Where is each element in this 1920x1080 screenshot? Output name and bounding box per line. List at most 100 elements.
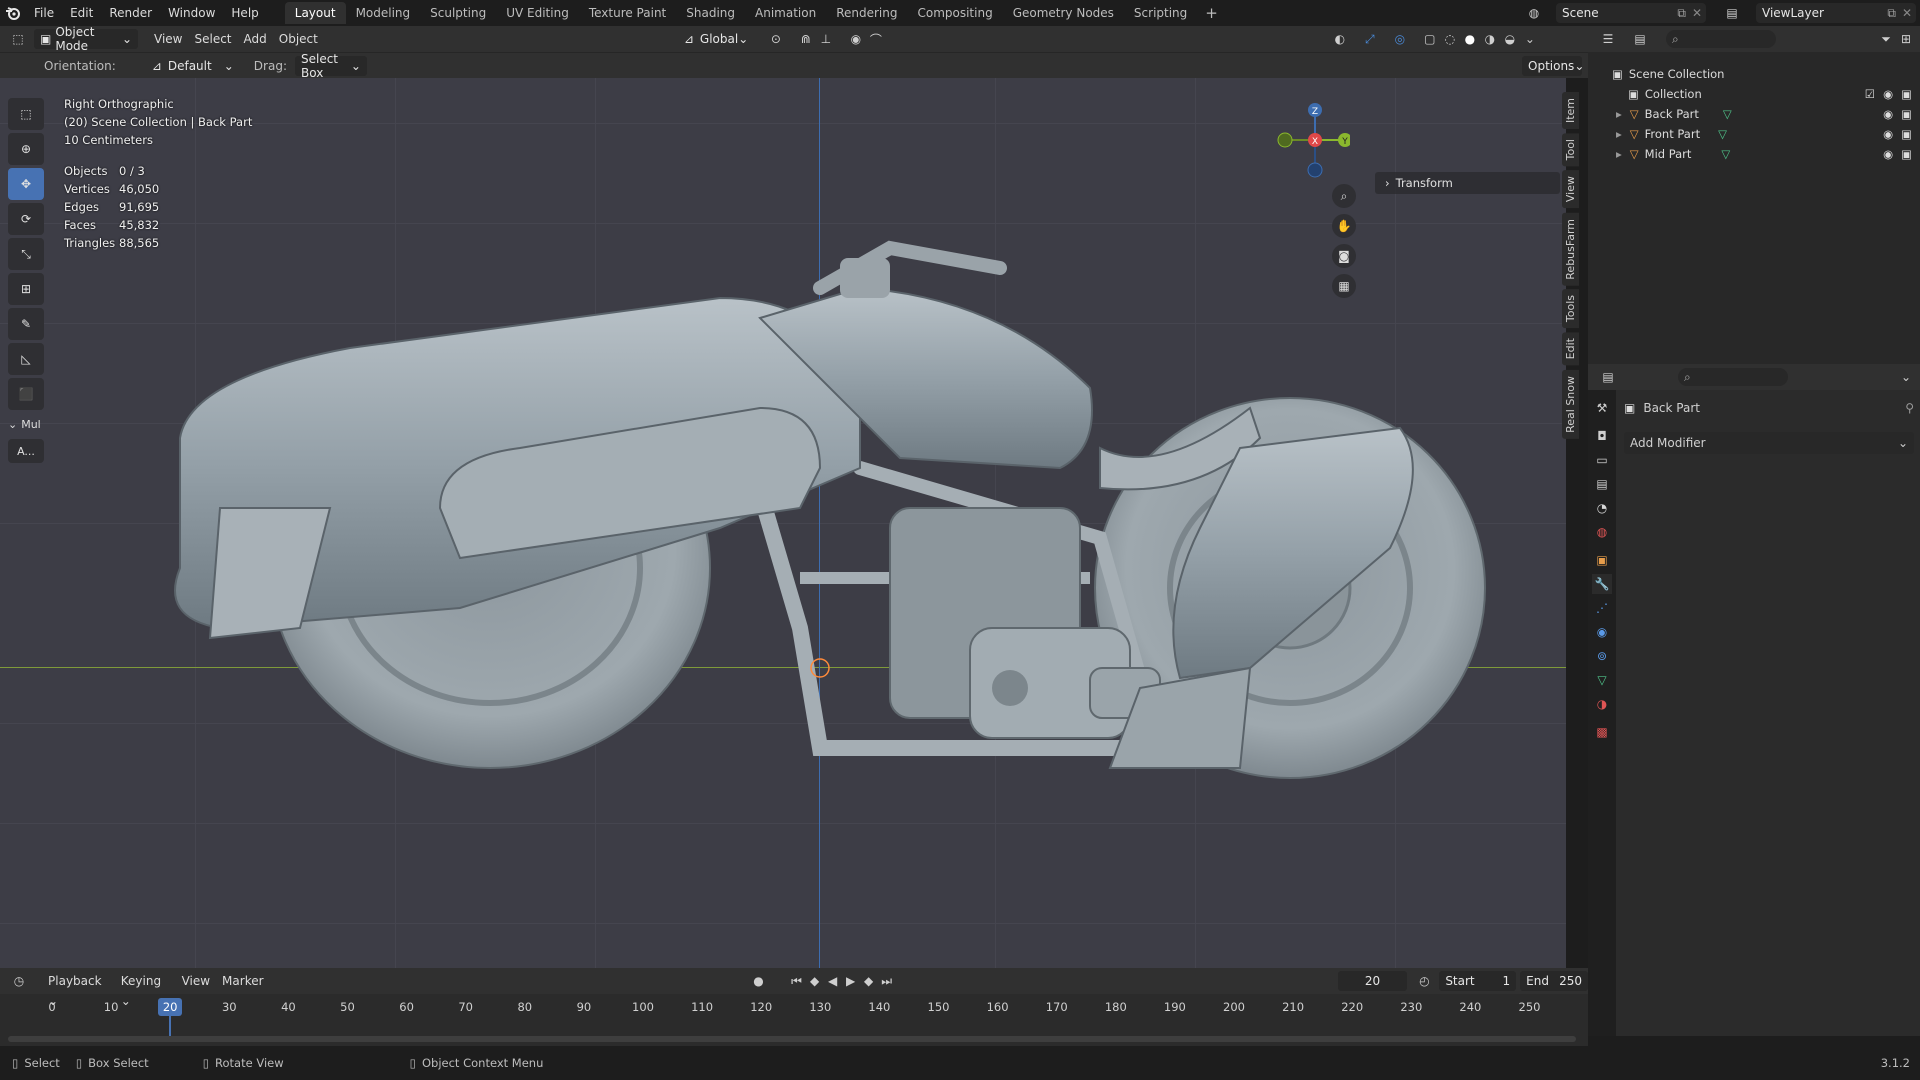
cursor-tool-icon[interactable]: ⊕: [8, 133, 44, 165]
material-shading-icon[interactable]: ◑: [1480, 29, 1500, 49]
outliner-scene-collection[interactable]: ▣ Scene Collection: [1588, 64, 1920, 84]
viewlayer-copy-icon[interactable]: ⧉: [1887, 6, 1896, 21]
chevron-down-icon[interactable]: ⌄: [1896, 367, 1916, 387]
measure-tool-icon[interactable]: ◺: [8, 343, 44, 375]
expand-arrow-icon[interactable]: ▸: [1616, 107, 1622, 121]
rotate-tool-icon[interactable]: ⟳: [8, 203, 44, 235]
sidebar-tab-tools[interactable]: Tools: [1562, 289, 1579, 329]
current-frame-field[interactable]: 20: [1337, 971, 1408, 991]
mode-dropdown[interactable]: ▣ Object Mode ⌄: [34, 25, 138, 53]
3d-viewport[interactable]: Right Orthographic (20) Scene Collection…: [0, 78, 1566, 968]
constraints-tab-icon[interactable]: ⊚: [1592, 646, 1612, 666]
scene-close-icon[interactable]: ✕: [1692, 6, 1702, 20]
outliner-object-back-part[interactable]: ▸ ▽ Back Part ▽ ◉ ▣: [1588, 104, 1920, 124]
tab-uv-editing[interactable]: UV Editing: [496, 2, 579, 24]
solid-shading-icon[interactable]: ●: [1460, 29, 1480, 49]
camera-icon[interactable]: ▣: [1901, 107, 1912, 121]
object-menu[interactable]: Object: [273, 29, 324, 49]
jump-end-icon[interactable]: ⏭: [878, 971, 896, 991]
select-menu[interactable]: Select: [188, 29, 237, 49]
tab-animation[interactable]: Animation: [745, 2, 826, 24]
object-tab-icon[interactable]: ▣: [1592, 550, 1612, 570]
viewlayer-selector[interactable]: ViewLayer ⧉ ✕: [1756, 3, 1916, 23]
zoom-icon[interactable]: ⌕: [1332, 184, 1356, 208]
visibility-icon[interactable]: ◐: [1330, 29, 1350, 49]
scene-tab-icon[interactable]: ◔: [1592, 498, 1612, 518]
next-keyframe-icon[interactable]: ◆: [860, 971, 878, 991]
sidebar-tab-item[interactable]: Item: [1562, 92, 1579, 130]
filter-icon[interactable]: ⏷: [1876, 29, 1896, 49]
navigation-gizmo[interactable]: Z Y X: [1270, 98, 1350, 178]
sidebar-tab-rebusfarm[interactable]: RebusFarm: [1562, 212, 1579, 286]
tool-panel-header[interactable]: ⌄ Mul: [8, 418, 48, 431]
transform-tool-icon[interactable]: ⊞: [8, 273, 44, 305]
data-tab-icon[interactable]: ▽: [1592, 670, 1612, 690]
render-tab-icon[interactable]: ◘: [1592, 426, 1612, 446]
tab-compositing[interactable]: Compositing: [907, 2, 1002, 24]
sidebar-tab-edit[interactable]: Edit: [1562, 332, 1579, 366]
jump-start-icon[interactable]: ⏮: [788, 971, 806, 991]
menu-file[interactable]: File: [26, 0, 62, 26]
sidebar-tab-view[interactable]: View: [1562, 170, 1579, 209]
outliner-object-mid-part[interactable]: ▸ ▽ Mid Part ▽ ◉ ▣: [1588, 144, 1920, 164]
scene-selector[interactable]: Scene ⧉ ✕: [1556, 3, 1706, 23]
properties-search-input[interactable]: ⌕: [1678, 368, 1788, 386]
drag-dropdown[interactable]: Select Box ⌄: [294, 52, 367, 80]
shading-options-icon[interactable]: ⌄: [1520, 29, 1540, 49]
tab-scripting[interactable]: Scripting: [1124, 2, 1197, 24]
modifier-tab-icon[interactable]: 🔧: [1592, 574, 1612, 594]
overlays-icon[interactable]: ◎: [1390, 29, 1410, 49]
output-tab-icon[interactable]: ▭: [1592, 450, 1612, 470]
transform-orientation-dropdown[interactable]: ⊿ Global ⌄: [678, 29, 754, 49]
eye-icon[interactable]: ◉: [1883, 147, 1893, 161]
prev-keyframe-icon[interactable]: ◆: [806, 971, 824, 991]
view-layer-tab-icon[interactable]: ▤: [1592, 474, 1612, 494]
snap-icon[interactable]: ⋒: [796, 29, 816, 49]
view-menu[interactable]: View: [148, 29, 188, 49]
timeline-view-menu[interactable]: View: [176, 971, 216, 991]
play-reverse-icon[interactable]: ◀: [824, 971, 842, 991]
xray-icon[interactable]: ▢: [1420, 29, 1440, 49]
timeline-scrollbar[interactable]: [8, 1036, 1576, 1042]
exclude-checkbox-icon[interactable]: ☑: [1865, 87, 1875, 101]
start-frame-field[interactable]: Start 1: [1439, 971, 1517, 991]
tab-layout[interactable]: Layout: [284, 2, 346, 24]
clock-icon[interactable]: ◴: [1415, 971, 1433, 991]
tab-texture-paint[interactable]: Texture Paint: [579, 2, 676, 24]
annotate-tool-icon[interactable]: ✎: [8, 308, 44, 340]
tab-rendering[interactable]: Rendering: [826, 2, 907, 24]
pin-icon[interactable]: ⚲: [1905, 401, 1914, 415]
marker-menu[interactable]: Marker: [216, 971, 269, 991]
blender-logo-icon[interactable]: [0, 0, 26, 26]
camera-icon[interactable]: ▣: [1901, 87, 1912, 101]
eye-icon[interactable]: ◉: [1883, 87, 1893, 101]
wireframe-shading-icon[interactable]: ◌: [1440, 29, 1460, 49]
display-mode-icon[interactable]: ▤: [1630, 29, 1650, 49]
scale-tool-icon[interactable]: ⤡: [8, 238, 44, 270]
scene-copy-icon[interactable]: ⧉: [1677, 6, 1686, 21]
tab-sculpting[interactable]: Sculpting: [420, 2, 496, 24]
record-icon[interactable]: ●: [750, 971, 768, 991]
outliner-search-input[interactable]: ⌕: [1666, 30, 1776, 48]
move-tool-icon[interactable]: ✥: [8, 168, 44, 200]
add-menu[interactable]: Add: [238, 29, 273, 49]
tool-panel-button[interactable]: A...: [8, 439, 44, 463]
pivot-point-icon[interactable]: ⊙: [766, 29, 786, 49]
playback-menu[interactable]: Playback ⌄: [42, 971, 115, 1008]
properties-editor-icon[interactable]: ▤: [1598, 367, 1618, 387]
viewlayer-close-icon[interactable]: ✕: [1902, 6, 1912, 20]
expand-arrow-icon[interactable]: ▸: [1616, 147, 1622, 161]
orientation-dropdown[interactable]: ⊿ Default ⌄: [146, 56, 240, 76]
gizmo-icon[interactable]: ⤢: [1360, 29, 1380, 49]
rendered-shading-icon[interactable]: ◒: [1500, 29, 1520, 49]
texture-tab-icon[interactable]: ▩: [1592, 722, 1612, 742]
scene-browse-icon[interactable]: ◍: [1524, 3, 1544, 23]
sidebar-tab-tool[interactable]: Tool: [1562, 133, 1579, 167]
timeline-editor-icon[interactable]: ◷: [10, 971, 28, 991]
outliner-object-front-part[interactable]: ▸ ▽ Front Part ▽ ◉ ▣: [1588, 124, 1920, 144]
sidebar-tab-real-snow[interactable]: Real Snow: [1562, 369, 1579, 439]
camera-view-icon[interactable]: ◙: [1332, 244, 1356, 268]
select-box-tool-icon[interactable]: ⬚: [8, 98, 44, 130]
physics-tab-icon[interactable]: ◉: [1592, 622, 1612, 642]
expand-arrow-icon[interactable]: ▸: [1616, 127, 1622, 141]
